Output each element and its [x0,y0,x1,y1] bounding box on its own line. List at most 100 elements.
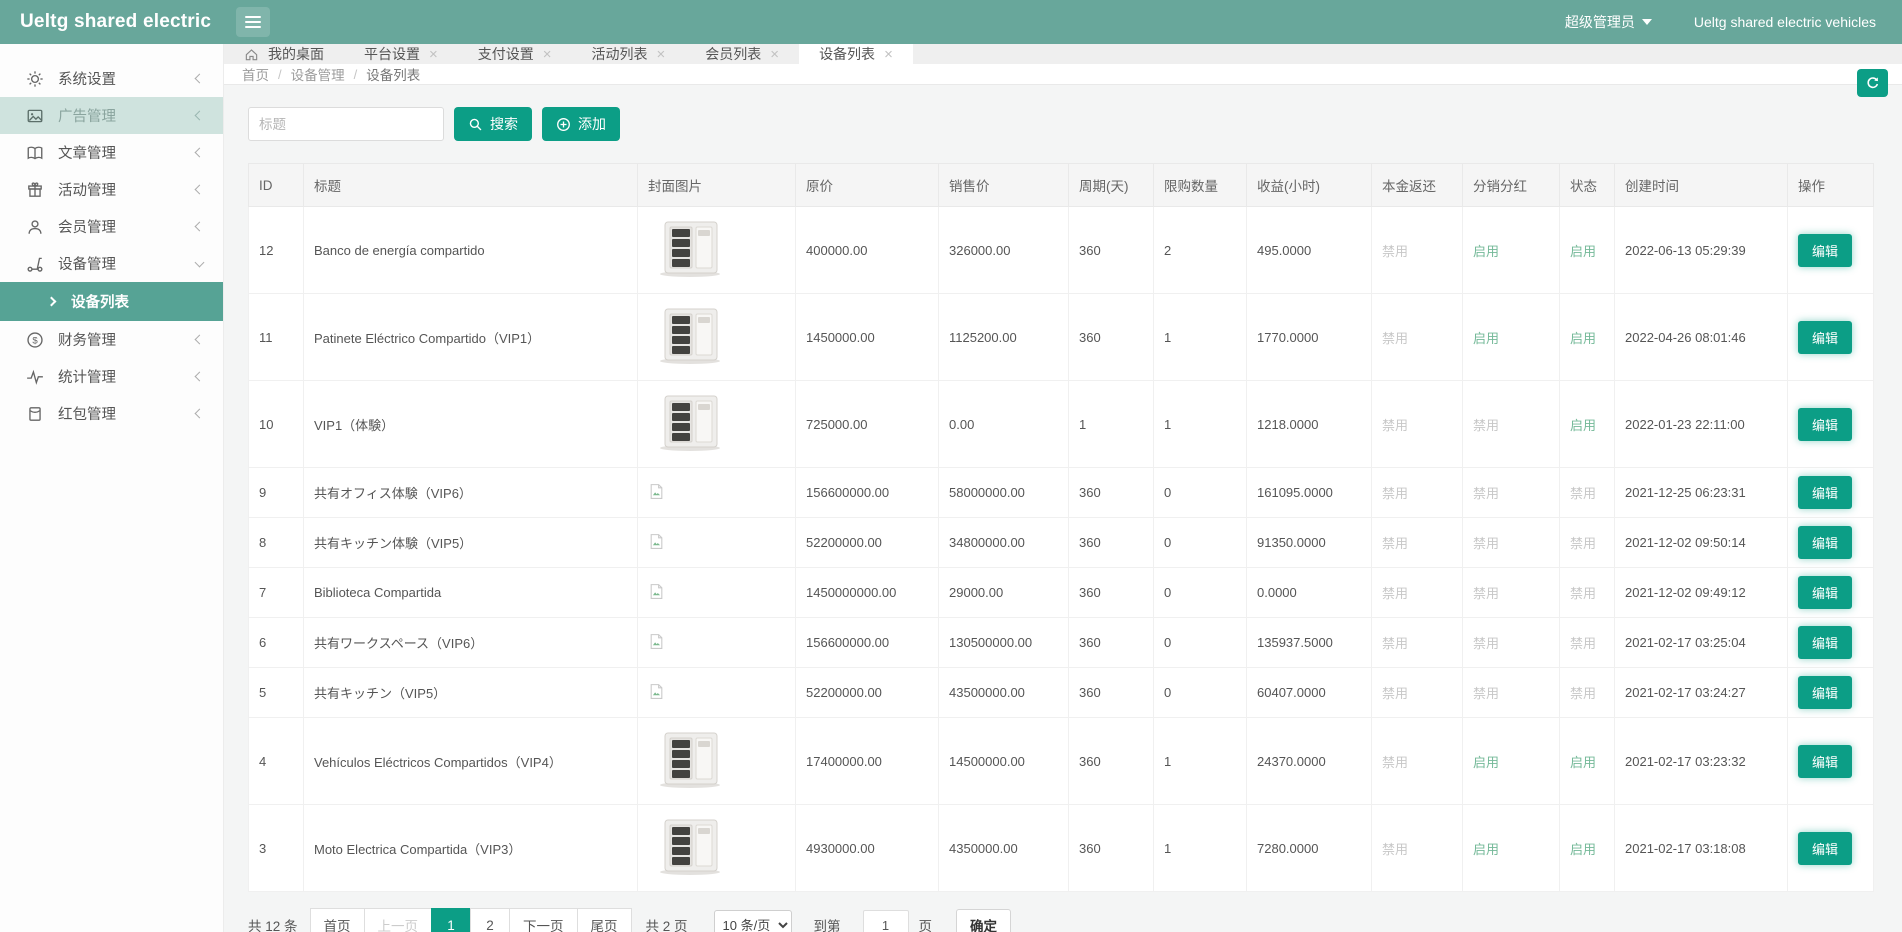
top-bar: Ueltg shared electric 超级管理员 Ueltg shared… [0,0,1902,44]
sidebar-item-finance-management[interactable]: $ 财务管理 [0,321,223,358]
page-button-2[interactable]: 2 [470,908,510,932]
tab-platform-settings[interactable]: 平台设置 × [344,44,458,64]
chevron-down-icon [1642,19,1652,25]
cell-principal-flag: 禁用 [1372,668,1463,718]
book-icon [26,144,44,162]
sidebar-toggle-button[interactable] [236,7,270,37]
edit-button[interactable]: 编辑 [1798,408,1852,441]
col-id: ID [249,164,304,207]
edit-button[interactable]: 编辑 [1798,745,1852,778]
col-period: 周期(天) [1069,164,1154,207]
edit-button[interactable]: 编辑 [1798,832,1852,865]
cell-title: Patinete Eléctrico Compartido（VIP1） [304,294,638,381]
edit-button[interactable]: 编辑 [1798,321,1852,354]
pulse-icon [26,368,44,386]
close-icon[interactable]: × [657,47,666,62]
prev-page-button[interactable]: 上一页 [364,908,433,932]
col-title: 标题 [304,164,638,207]
cell-actions: 编辑 [1788,294,1874,381]
edit-button[interactable]: 编辑 [1798,576,1852,609]
sidebar-item-statistics-management[interactable]: 统计管理 [0,358,223,395]
page-content: 搜索 添加 [224,85,1902,932]
cell-sale-price: 14500000.00 [939,718,1069,805]
close-icon[interactable]: × [770,47,779,62]
cell-created: 2021-02-17 03:23:32 [1615,718,1788,805]
tabs-bar: 我的桌面 平台设置 × 支付设置 × 活动列表 × 会员列表 × 设备列表 × [224,44,1902,64]
close-icon[interactable]: × [884,47,893,62]
sidebar-subitem-device-list[interactable]: 设备列表 [0,282,223,321]
tab-label: 平台设置 [364,44,420,64]
close-icon[interactable]: × [543,47,552,62]
edit-button[interactable]: 编辑 [1798,476,1852,509]
sidebar-item-label: 设备管理 [58,253,196,274]
cell-limit: 1 [1154,718,1247,805]
breadcrumb: 首页 / 设备管理 / 设备列表 [224,64,1902,85]
cell-status-flag: 禁用 [1560,468,1615,518]
search-input[interactable] [248,107,444,141]
tab-activity-list[interactable]: 活动列表 × [572,44,686,64]
cell-actions: 编辑 [1788,568,1874,618]
cell-principal-flag: 禁用 [1372,618,1463,668]
broken-image-icon [648,483,665,503]
tab-device-list[interactable]: 设备列表 × [799,44,913,64]
chevron-left-icon [195,111,205,121]
tab-member-list[interactable]: 会员列表 × [685,44,799,64]
table-row: 5 共有キッチン（VIP5） [249,668,1874,718]
page-size-select[interactable]: 10 条/页 [714,910,792,932]
page-button-1[interactable]: 1 [431,908,471,932]
sidebar-item-label: 红包管理 [58,403,196,424]
admin-label: 超级管理员 [1565,12,1635,32]
edit-button[interactable]: 编辑 [1798,626,1852,659]
chevron-down-icon [195,257,205,267]
cell-principal-flag: 禁用 [1372,518,1463,568]
chevron-left-icon [195,185,205,195]
cell-sale-price: 326000.00 [939,207,1069,294]
edit-button[interactable]: 编辑 [1798,526,1852,559]
refresh-icon [1865,76,1880,91]
last-page-button[interactable]: 尾页 [577,908,632,932]
cell-income: 1218.0000 [1247,381,1372,468]
sidebar-item-red-packet-management[interactable]: 红包管理 [0,395,223,432]
device-photo [648,818,733,879]
cell-dividend-flag: 禁用 [1463,518,1560,568]
admin-dropdown[interactable]: 超级管理员 [1565,12,1652,32]
sidebar-item-device-management[interactable]: 设备管理 [0,245,223,282]
cell-created: 2022-06-13 05:29:39 [1615,207,1788,294]
chevron-left-icon [195,335,205,345]
goto-page-input[interactable] [863,910,909,932]
add-button[interactable]: 添加 [542,107,620,141]
tab-desktop[interactable]: 我的桌面 [224,44,344,64]
cell-sale-price: 58000000.00 [939,468,1069,518]
cell-price: 1450000000.00 [796,568,939,618]
cell-price: 156600000.00 [796,618,939,668]
cell-status-flag: 禁用 [1560,668,1615,718]
col-created: 创建时间 [1615,164,1788,207]
cell-title: 共有オフィス体験（VIP6） [304,468,638,518]
tab-label: 设备列表 [819,44,875,64]
edit-button[interactable]: 编辑 [1798,234,1852,267]
breadcrumb-device-management[interactable]: 设备管理 [291,64,345,84]
table-row: 10 VIP1（体験） [249,381,1874,468]
search-button[interactable]: 搜索 [454,107,532,141]
breadcrumb-home[interactable]: 首页 [242,64,269,84]
close-icon[interactable]: × [429,47,438,62]
cell-created: 2021-02-17 03:24:27 [1615,668,1788,718]
chevron-left-icon [195,409,205,419]
edit-button[interactable]: 编辑 [1798,676,1852,709]
sidebar-item-member-management[interactable]: 会员管理 [0,208,223,245]
refresh-button[interactable] [1857,69,1888,97]
confirm-button[interactable]: 确定 [956,909,1011,932]
sidebar-item-label: 系统设置 [58,68,196,89]
sidebar-item-article-management[interactable]: 文章管理 [0,134,223,171]
next-page-button[interactable]: 下一页 [509,908,578,932]
search-toolbar: 搜索 添加 [248,107,1874,141]
cell-income: 135937.5000 [1247,618,1372,668]
first-page-button[interactable]: 首页 [310,908,365,932]
tab-payment-settings[interactable]: 支付设置 × [458,44,572,64]
sidebar-item-ad-management[interactable]: 广告管理 [0,97,223,134]
sidebar-item-system-settings[interactable]: 系统设置 [0,60,223,97]
cell-principal-flag: 禁用 [1372,381,1463,468]
sidebar-item-activity-management[interactable]: 活动管理 [0,171,223,208]
col-status: 状态 [1560,164,1615,207]
scooter-icon [26,255,44,273]
